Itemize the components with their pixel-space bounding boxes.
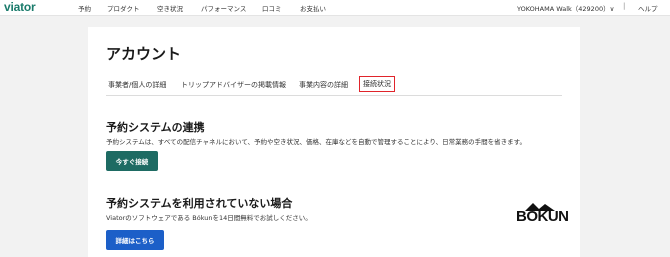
header-divider: | [623, 2, 626, 10]
tab-business-info[interactable]: 事業内容の詳細 [299, 80, 348, 90]
nav-payments[interactable]: お支払い [300, 3, 326, 13]
no-system-section-title: 予約システムを利用されていない場合 [106, 197, 293, 210]
nav-reviews[interactable]: 口コミ [262, 3, 282, 13]
tabs-divider [106, 95, 562, 96]
tab-tripadvisor-listing[interactable]: トリップアドバイザーの掲載情報 [181, 80, 286, 90]
account-switcher[interactable]: YOKOHAMA Walk（429200）∨ [517, 3, 614, 13]
learn-more-button[interactable]: 詳細はこちら [106, 230, 164, 250]
nav-performance[interactable]: パフォーマンス [201, 3, 246, 13]
tab-business-details[interactable]: 事業者/個人の詳細 [108, 80, 166, 90]
nav-availability[interactable]: 空き状況 [157, 3, 183, 13]
bokun-logo: BÓKUN [516, 208, 569, 225]
top-navigation-bar: viator 予約 プロダクト 空き状況 パフォーマンス 口コミ お支払い YO… [0, 0, 670, 16]
viator-logo[interactable]: viator [4, 0, 36, 14]
connect-now-button[interactable]: 今すぐ接続 [106, 151, 158, 171]
connect-section-title: 予約システムの連携 [106, 121, 205, 134]
connect-section-description: 予約システムは、すべての配信チャネルにおいて、予約や空き状況、価格、在庫などを自… [106, 138, 526, 146]
nav-reservations[interactable]: 予約 [78, 3, 91, 13]
nav-products[interactable]: プロダクト [107, 3, 140, 13]
no-system-section-description: Viatorのソフトウェアである Bókunを14日間無料でお試しください。 [106, 214, 312, 222]
help-link[interactable]: ヘルプ [638, 3, 658, 13]
page-title: アカウント [106, 45, 182, 63]
tab-connection-status[interactable]: 接続状況 [359, 76, 395, 92]
